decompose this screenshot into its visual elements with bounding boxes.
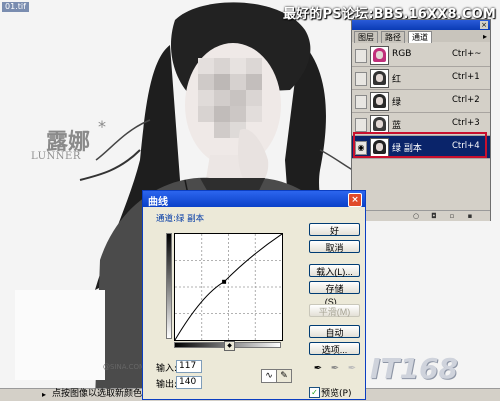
channel-name: 红 — [392, 75, 402, 85]
load-button[interactable]: 载入(L)... — [309, 264, 360, 277]
curve-graph[interactable] — [174, 233, 283, 341]
delete-channel-icon[interactable]: ▪ — [466, 212, 474, 220]
gray-point-eyedropper-icon[interactable]: ✒ — [329, 363, 341, 375]
photo-title-english: LUNNER — [31, 151, 81, 162]
close-icon[interactable]: × — [348, 193, 362, 207]
pencil-tool-icon[interactable]: ✎ — [276, 369, 292, 383]
auto-button[interactable]: 自动 — [309, 325, 360, 338]
channel-row-green[interactable]: 绿 Ctrl+2 — [352, 90, 490, 113]
save-selection-icon[interactable]: ◘ — [430, 212, 438, 220]
panel-tabs: 图层 路径 通道 — [352, 30, 490, 43]
channel-shortcut: Ctrl+1 — [452, 72, 480, 82]
channel-thumbnail — [370, 46, 389, 65]
channel-row-rgb[interactable]: RGB Ctrl+~ — [352, 44, 490, 67]
visibility-toggle[interactable] — [355, 72, 367, 86]
visibility-toggle[interactable] — [355, 49, 367, 63]
curve-control-point[interactable] — [222, 279, 227, 284]
panel-footer: ○ ◘ ▫ ▪ — [352, 210, 490, 221]
cancel-button[interactable]: 取消 — [309, 240, 360, 253]
visibility-toggle[interactable] — [355, 95, 367, 109]
preview-label: 预览(P) — [321, 389, 352, 399]
it168-logo: IT168 — [370, 352, 458, 385]
sina-watermark: @SINA.COM — [103, 363, 146, 371]
panel-titlebar[interactable]: × — [352, 20, 490, 30]
save-button[interactable]: 存储(S)... — [309, 281, 360, 307]
new-channel-icon[interactable]: ▫ — [448, 212, 456, 220]
black-point-eyedropper-icon[interactable]: ✒ — [312, 363, 324, 375]
preview-checkbox[interactable]: ✓ — [309, 387, 320, 398]
ok-button[interactable]: 好 — [309, 223, 360, 236]
tab-layers[interactable]: 图层 — [354, 31, 378, 43]
smooth-button[interactable]: 平滑(M) — [309, 304, 360, 317]
channel-name: 绿 — [392, 98, 402, 108]
output-value-field[interactable] — [176, 376, 202, 389]
status-arrow-icon[interactable]: ▸ — [42, 390, 46, 399]
channel-name: RGB — [392, 49, 412, 59]
channel-thumbnail — [370, 69, 389, 88]
channels-panel: × 图层 路径 通道 ▸ RGB Ctrl+~ 红 Ctrl+1 绿 Ctrl+… — [351, 19, 491, 221]
selected-channel-highlight — [353, 132, 487, 158]
status-text: 点按图像以选取新颜色 — [52, 389, 143, 399]
visibility-toggle[interactable] — [355, 118, 367, 132]
output-label: 输出: — [156, 380, 178, 390]
tab-channels[interactable]: 通道 — [408, 31, 432, 43]
channel-shortcut: Ctrl+2 — [452, 95, 480, 105]
panel-menu-icon[interactable]: ▸ — [483, 32, 487, 41]
input-value-field[interactable] — [176, 360, 202, 373]
output-gradient-bar — [166, 233, 172, 339]
options-button[interactable]: 选项... — [309, 342, 360, 355]
tab-paths[interactable]: 路径 — [381, 31, 405, 43]
channel-name: 蓝 — [392, 121, 402, 131]
channel-row-red[interactable]: 红 Ctrl+1 — [352, 67, 490, 90]
dialog-title: 曲线 — [148, 197, 168, 208]
slider-toggle-icon[interactable]: ◆ — [224, 341, 235, 351]
document-tab[interactable]: 01.tif — [2, 2, 29, 12]
channel-shortcut: Ctrl+~ — [452, 49, 482, 59]
curve-tool-icon[interactable]: ∿ — [261, 369, 277, 383]
dialog-titlebar[interactable]: 曲线 × — [143, 191, 365, 208]
channel-shortcut: Ctrl+3 — [452, 118, 480, 128]
close-icon[interactable]: × — [480, 21, 488, 29]
load-selection-icon[interactable]: ○ — [412, 212, 420, 220]
curve-plot[interactable] — [174, 233, 283, 341]
input-label: 输入: — [156, 364, 178, 374]
channel-thumbnail — [370, 92, 389, 111]
photo-title-star: * — [98, 117, 106, 136]
curves-dialog: 曲线 × 通道:绿 副本 ◆ 输入: 输出: ∿ ✎ 好 取消 载入(L)...… — [142, 190, 366, 400]
channel-label: 通道:绿 副本 — [156, 214, 205, 224]
white-point-eyedropper-icon[interactable]: ✒ — [346, 363, 358, 375]
